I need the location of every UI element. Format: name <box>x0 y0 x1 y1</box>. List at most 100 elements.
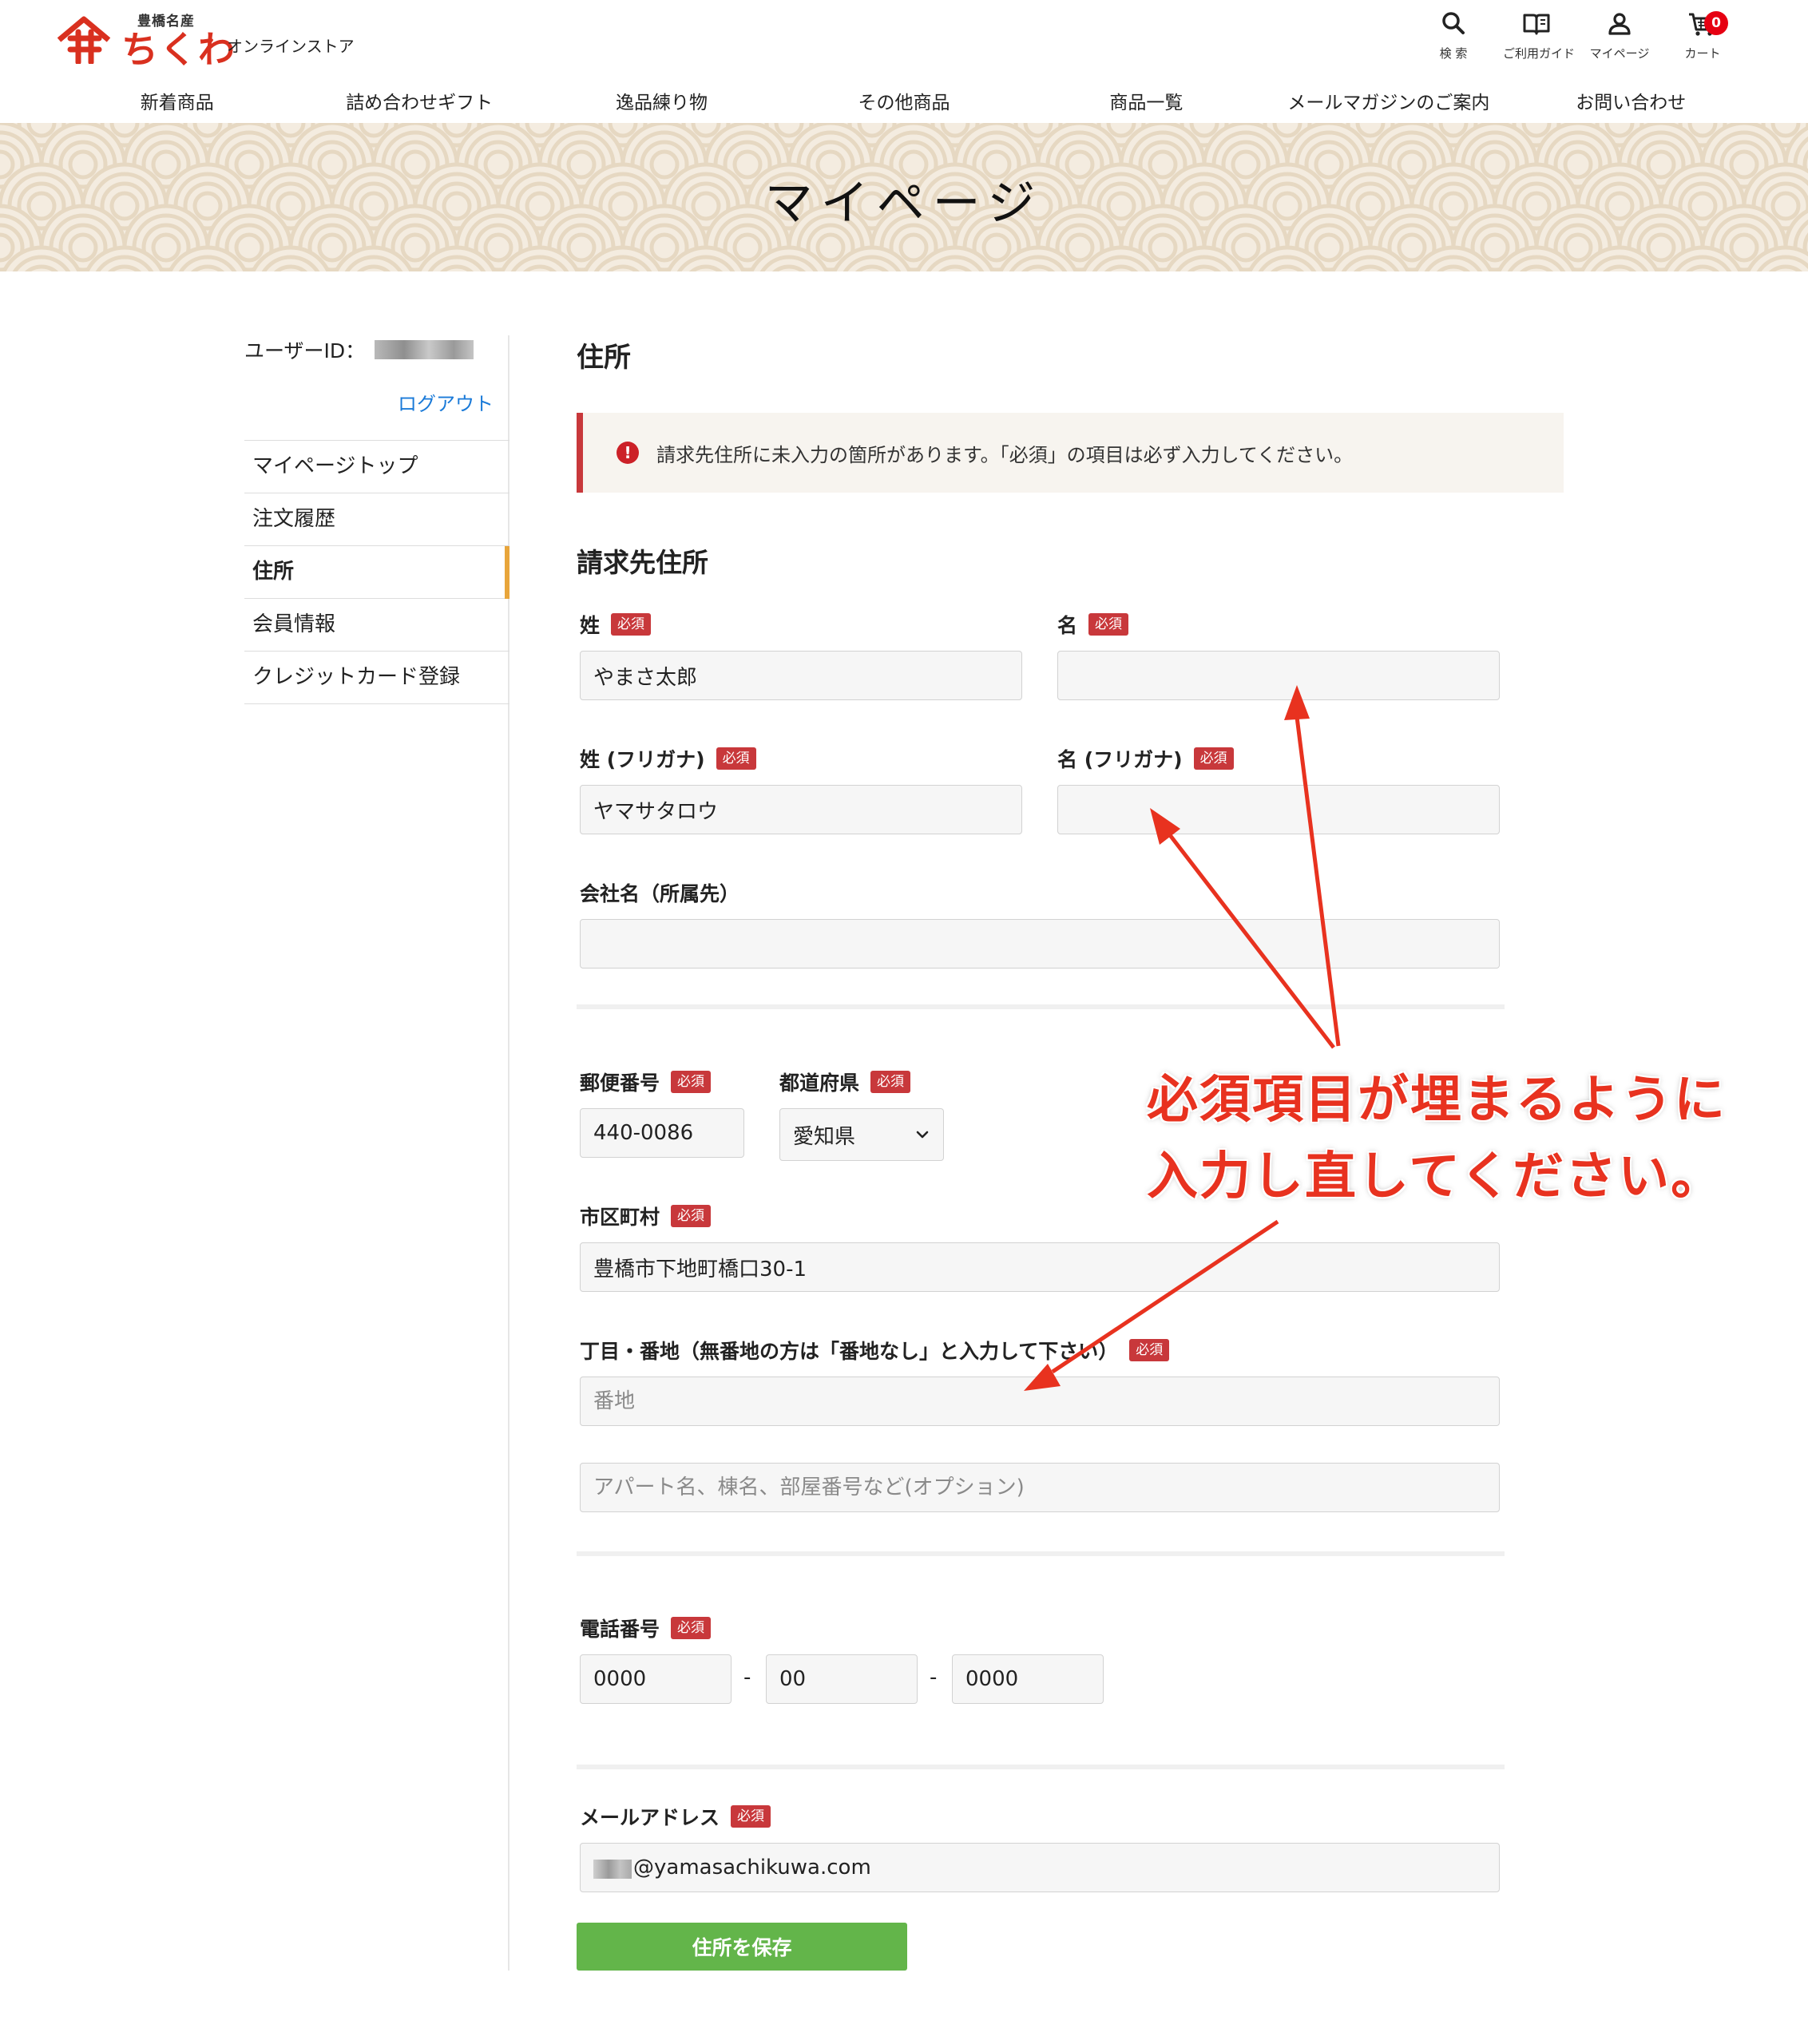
header-search-label: 検 索 <box>1439 46 1468 61</box>
required-badge: 必須 <box>671 1205 712 1227</box>
last-name-kana-label: 姓 (フリガナ) 必須 <box>580 745 1022 772</box>
save-address-button[interactable]: 住所を保存 <box>577 1923 907 1971</box>
user-icon <box>1608 13 1631 35</box>
sidebar-item-mypage-top[interactable]: マイページトップ <box>244 441 509 493</box>
phone-separator: - <box>743 1666 751 1689</box>
sidebar: ユーザーID： ログアウト マイページトップ 注文履歴 住所 会員情報 クレジッ… <box>244 335 509 704</box>
phone-part2-input[interactable] <box>766 1654 918 1704</box>
section-divider <box>577 1765 1505 1769</box>
annotation-line-2: 入力し直してください。 <box>1147 1147 1724 1206</box>
nav-gift-sets[interactable]: 詰め合わせギフト <box>298 87 540 114</box>
first-name-input[interactable] <box>1057 651 1500 700</box>
required-badge: 必須 <box>611 613 652 636</box>
header-cart-label: カート <box>1684 46 1721 61</box>
nav-product-list[interactable]: 商品一覧 <box>1025 87 1267 114</box>
first-name-label: 名必須 <box>1057 611 1500 638</box>
required-badge: 必須 <box>1129 1339 1170 1361</box>
required-badge: 必須 <box>716 747 756 770</box>
phone-separator: - <box>930 1666 938 1689</box>
header-guide-label: ご利用ガイド <box>1503 46 1576 61</box>
last-name-input[interactable] <box>580 651 1022 700</box>
sidebar-item-member-info[interactable]: 会員情報 <box>244 599 509 652</box>
main-content: 住所 ! 請求先住所に未入力の箇所があります。「必須」の項目は必ず入力してくださ… <box>577 335 1564 1971</box>
field-phone: 電話番号 必須 <box>580 1614 712 1642</box>
page-banner: マイページ <box>0 123 1808 271</box>
field-address-line2 <box>580 1450 1500 1512</box>
email-input-value: @yamasachikuwa.com <box>633 1856 871 1880</box>
first-name-kana-input[interactable] <box>1057 785 1500 834</box>
required-badge: 必須 <box>1088 613 1129 636</box>
field-last-name-kana: 姓 (フリガナ) 必須 <box>580 745 1022 834</box>
nav-contact[interactable]: お問い合わせ <box>1510 87 1752 114</box>
annotation-arrows <box>1024 685 1341 1391</box>
postal-code-input[interactable] <box>580 1108 744 1158</box>
email-label: メールアドレス 必須 <box>580 1803 1500 1830</box>
required-badge: 必須 <box>1193 747 1234 770</box>
field-postal-code: 郵便番号 必須 <box>580 1068 744 1158</box>
search-icon <box>1442 12 1465 34</box>
prefecture-label: 都道府県 必須 <box>779 1068 944 1095</box>
annotation-line-1: 必須項目が埋まるように <box>1147 1071 1727 1130</box>
phone-part3-input[interactable] <box>952 1654 1104 1704</box>
field-email: メールアドレス 必須 @yamasachikuwa.com <box>580 1803 1500 1892</box>
header-guide[interactable]: ご利用ガイド <box>1503 8 1576 61</box>
field-first-name: 名必須 <box>1057 611 1500 700</box>
user-id-redacted <box>375 340 474 359</box>
logo-mark-icon <box>57 16 111 64</box>
header-search[interactable]: 検 索 <box>1420 8 1487 61</box>
required-badge: 必須 <box>671 1071 712 1093</box>
sidebar-item-credit-card[interactable]: クレジットカード登録 <box>244 652 509 704</box>
field-first-name-kana: 名 (フリガナ) 必須 <box>1057 745 1500 834</box>
user-id-row: ユーザーID： <box>244 335 509 364</box>
address-line1-input[interactable] <box>580 1377 1500 1426</box>
last-name-kana-input[interactable] <box>580 785 1022 834</box>
required-badge: 必須 <box>731 1805 771 1828</box>
logo-store-label: オンラインストア <box>227 37 355 56</box>
field-city: 市区町村 必須 <box>580 1202 1500 1292</box>
nav-premium-nerimono[interactable]: 逸品練り物 <box>541 87 783 114</box>
header-utility-nav: 検 索 ご利用ガイド マイページ 0 カート <box>1420 8 1736 61</box>
sidebar-item-order-history[interactable]: 注文履歴 <box>244 493 509 546</box>
section-divider <box>577 1004 1505 1009</box>
required-badge: 必須 <box>671 1617 712 1639</box>
field-last-name: 姓必須 <box>580 611 1022 700</box>
banner-title: マイページ <box>764 176 1044 232</box>
company-label: 会社名（所属先） <box>580 882 740 905</box>
arrow-to-first-name <box>1284 685 1341 1047</box>
annotation-callout: 必須項目が埋まるように 入力し直してください。 <box>1147 1062 1727 1215</box>
page-title: 住所 <box>577 342 631 374</box>
prefecture-selected-value: 愛知県 <box>793 1124 856 1149</box>
phone-label: 電話番号 必須 <box>580 1614 712 1642</box>
prefecture-select[interactable]: 愛知県 <box>779 1108 944 1161</box>
section-title-billing: 請求先住所 <box>577 547 708 578</box>
field-company: 会社名（所属先） <box>580 879 1500 969</box>
chevron-down-icon <box>916 1131 929 1139</box>
sidebar-item-address[interactable]: 住所 <box>244 546 509 599</box>
logo-wordmark: ちくわ <box>121 28 236 71</box>
nav-other-products[interactable]: その他商品 <box>783 87 1025 114</box>
field-prefecture: 都道府県 必須 愛知県 <box>779 1068 944 1161</box>
global-nav: 新着商品 詰め合わせギフト 逸品練り物 その他商品 商品一覧 メールマガジンのご… <box>56 80 1752 121</box>
phone-part1-input[interactable] <box>580 1654 732 1704</box>
email-redacted <box>593 1860 632 1879</box>
email-input[interactable]: @yamasachikuwa.com <box>580 1843 1500 1892</box>
header-mypage[interactable]: マイページ <box>1586 8 1653 61</box>
nav-new-items[interactable]: 新着商品 <box>56 87 298 114</box>
error-alert-text: 請求先住所に未入力の箇所があります。「必須」の項目は必ず入力してください。 <box>656 443 1354 466</box>
nav-newsletter[interactable]: メールマガジンのご案内 <box>1267 87 1509 114</box>
header-cart[interactable]: 0 カート <box>1669 8 1736 61</box>
city-input[interactable] <box>580 1242 1500 1292</box>
field-address-line1: 丁目・番地（無番地の方は「番地なし」と入力して下さい） 必須 <box>580 1337 1500 1426</box>
company-input[interactable] <box>580 919 1500 969</box>
logout-link[interactable]: ログアウト <box>244 388 494 416</box>
cart-count-badge: 0 <box>1704 11 1728 35</box>
postal-code-label: 郵便番号 必須 <box>580 1068 744 1095</box>
error-icon: ! <box>617 442 639 464</box>
address-line1-label: 丁目・番地（無番地の方は「番地なし」と入力して下さい） 必須 <box>580 1337 1500 1364</box>
header-mypage-label: マイページ <box>1589 46 1650 61</box>
required-badge: 必須 <box>870 1071 911 1093</box>
first-name-kana-label: 名 (フリガナ) 必須 <box>1057 745 1500 772</box>
last-name-label: 姓必須 <box>580 611 1022 638</box>
address-line2-input[interactable] <box>580 1463 1500 1512</box>
book-icon <box>1523 14 1550 35</box>
